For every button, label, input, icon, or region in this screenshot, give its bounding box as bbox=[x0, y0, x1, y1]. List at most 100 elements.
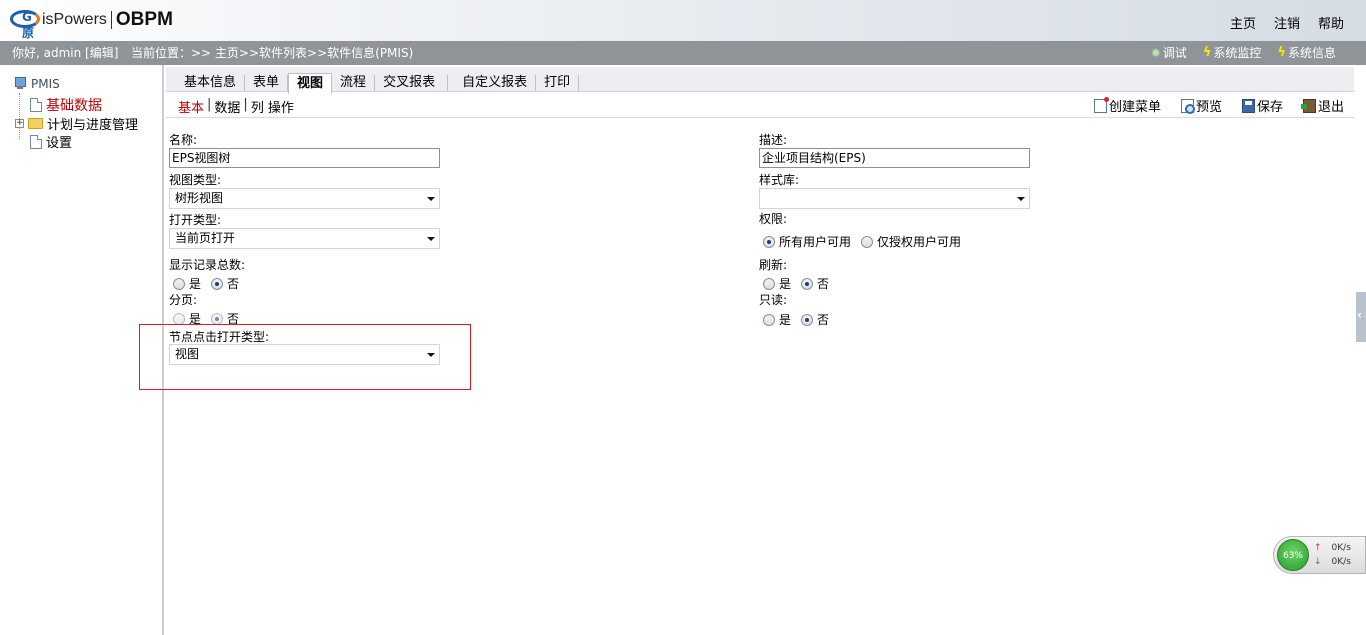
preview-icon bbox=[1180, 98, 1195, 114]
collapse-handle[interactable]: ‹ bbox=[1356, 292, 1366, 342]
refresh-radios: 是 否 bbox=[763, 275, 839, 292]
logo-brand: isPowers bbox=[42, 11, 107, 28]
exit-icon bbox=[1300, 98, 1316, 113]
app-header: G原 isPowers OBPM 主页 注销 帮助 bbox=[0, 0, 1366, 41]
tree-root-pmis[interactable]: PMIS bbox=[13, 77, 60, 91]
radio-selected-icon[interactable] bbox=[211, 312, 224, 325]
download-arrow-icon: ↓ bbox=[1314, 557, 1322, 567]
download-speed: 0K/s bbox=[1331, 557, 1351, 567]
nav-help-link[interactable]: 帮助 bbox=[1318, 13, 1344, 32]
breadcrumb: 当前位置：>> 主页>>软件列表>>软件信息(PMIS) bbox=[131, 46, 414, 60]
readonly-no[interactable]: 否 bbox=[801, 311, 829, 328]
cpu-percent-badge: 63% bbox=[1277, 539, 1309, 571]
subtab-actions[interactable]: 操作 bbox=[268, 97, 294, 116]
radio-selected-icon[interactable] bbox=[801, 313, 814, 326]
sub-toolbar: 基本 | 数据 | 列 操作 创建菜单 预览 保存 退出 bbox=[166, 92, 1354, 118]
view-type-select[interactable]: 树形视图 bbox=[169, 188, 440, 209]
tab-flow[interactable]: 流程 bbox=[332, 74, 376, 91]
readonly-radios: 是 否 bbox=[763, 311, 839, 328]
show-count-yes[interactable]: 是 bbox=[173, 275, 201, 292]
show-count-radios: 是 否 bbox=[173, 275, 249, 292]
nav-home-link[interactable]: 主页 bbox=[1230, 13, 1256, 32]
view-type-label: 视图类型: bbox=[169, 173, 222, 187]
chevron-down-icon bbox=[427, 197, 435, 201]
radio-icon[interactable] bbox=[861, 235, 874, 248]
node-open-select[interactable]: 视图 bbox=[169, 344, 440, 365]
lightning-icon: ϟ bbox=[1202, 45, 1212, 60]
upload-speed: 0K/s bbox=[1331, 543, 1351, 553]
tab-print[interactable]: 打印 bbox=[536, 74, 580, 91]
system-monitor-button[interactable]: ϟ 系统监控 bbox=[1203, 41, 1262, 65]
tab-basic-info[interactable]: 基本信息 bbox=[176, 74, 246, 91]
style-lib-select[interactable] bbox=[759, 188, 1030, 209]
permission-label: 权限: bbox=[759, 212, 788, 226]
refresh-no[interactable]: 否 bbox=[801, 275, 829, 292]
style-lib-label: 样式库: bbox=[759, 173, 800, 187]
preview-button[interactable]: 预览 bbox=[1180, 96, 1222, 115]
radio-icon[interactable] bbox=[763, 313, 775, 326]
radio-icon[interactable] bbox=[173, 312, 185, 325]
save-button[interactable]: 保存 bbox=[1241, 96, 1283, 115]
show-count-label: 显示记录总数: bbox=[169, 258, 246, 272]
radio-selected-icon[interactable] bbox=[763, 235, 775, 248]
subtab-data[interactable]: 数据 bbox=[214, 97, 240, 116]
subtab-columns[interactable]: 列 bbox=[251, 97, 264, 116]
chevron-down-icon bbox=[427, 237, 435, 241]
show-count-no[interactable]: 否 bbox=[211, 275, 239, 292]
info-bar: 你好, admin [编辑] 当前位置：>> 主页>>软件列表>>软件信息(PM… bbox=[0, 41, 1366, 65]
user-greeting[interactable]: 你好, admin [编辑] bbox=[12, 41, 118, 65]
lightning-icon: ϟ bbox=[1277, 45, 1286, 60]
action-buttons: 创建菜单 预览 保存 退出 bbox=[1093, 96, 1344, 115]
upload-arrow-icon: ↑ bbox=[1314, 543, 1322, 553]
document-icon bbox=[30, 98, 42, 112]
bug-icon: ✹ bbox=[1150, 46, 1161, 60]
debug-button[interactable]: ✹ 调试 bbox=[1151, 41, 1187, 65]
tab-custom-report[interactable]: 自定义报表 bbox=[448, 74, 537, 91]
chevron-down-icon bbox=[1017, 197, 1025, 201]
logo-mark: G原 bbox=[10, 8, 40, 40]
subtabs: 基本 | 数据 | 列 操作 bbox=[178, 97, 294, 116]
tree-item-basic-data[interactable]: 基础数据 bbox=[30, 95, 102, 115]
expand-plus-icon[interactable]: + bbox=[15, 119, 24, 128]
network-speed-widget[interactable]: 63% ↑ 0K/s ↓ 0K/s bbox=[1273, 536, 1366, 574]
logo-product: OBPM bbox=[115, 9, 173, 30]
radio-selected-icon[interactable] bbox=[211, 277, 224, 290]
perm-authorized-users[interactable]: 仅授权用户可用 bbox=[861, 233, 961, 250]
desc-label: 描述: bbox=[759, 133, 788, 147]
open-type-label: 打开类型: bbox=[169, 213, 222, 227]
chevron-left-icon: ‹ bbox=[1357, 308, 1362, 322]
tab-bar: 基本信息 表单 视图 流程 交叉报表 自定义报表 打印 bbox=[166, 67, 1354, 94]
name-label: 名称: bbox=[169, 133, 198, 147]
nav-logout-link[interactable]: 注销 bbox=[1274, 13, 1300, 32]
radio-selected-icon[interactable] bbox=[801, 277, 814, 290]
readonly-yes[interactable]: 是 bbox=[763, 311, 791, 328]
tree-item-plan-progress[interactable]: + 计划与进度管理 bbox=[15, 114, 138, 133]
tree-item-settings[interactable]: 设置 bbox=[30, 132, 72, 151]
chevron-down-icon bbox=[427, 353, 435, 357]
subtab-basic[interactable]: 基本 bbox=[178, 97, 204, 116]
radio-icon[interactable] bbox=[173, 277, 185, 290]
desc-input[interactable]: 企业项目结构(EPS) bbox=[759, 148, 1030, 168]
refresh-label: 刷新: bbox=[759, 258, 788, 272]
tab-cross-report[interactable]: 交叉报表 bbox=[375, 74, 449, 91]
exit-button[interactable]: 退出 bbox=[1300, 96, 1344, 115]
perm-all-users[interactable]: 所有用户可用 bbox=[763, 233, 851, 250]
refresh-yes[interactable]: 是 bbox=[763, 275, 791, 292]
create-menu-button[interactable]: 创建菜单 bbox=[1093, 96, 1161, 115]
computer-icon bbox=[13, 77, 27, 91]
tab-view[interactable]: 视图 bbox=[288, 73, 333, 94]
radio-icon[interactable] bbox=[763, 277, 775, 290]
readonly-label: 只读: bbox=[759, 293, 788, 307]
open-type-select[interactable]: 当前页打开 bbox=[169, 228, 440, 249]
logo: G原 isPowers OBPM bbox=[10, 6, 173, 40]
new-document-icon bbox=[1093, 96, 1109, 113]
save-icon bbox=[1241, 98, 1255, 113]
system-info-button[interactable]: ϟ 系统信息 bbox=[1277, 41, 1336, 65]
tab-form[interactable]: 表单 bbox=[245, 74, 289, 91]
name-input[interactable]: EPS视图树 bbox=[169, 148, 440, 168]
permission-radios: 所有用户可用 仅授权用户可用 bbox=[763, 233, 971, 250]
folder-icon bbox=[28, 118, 43, 129]
top-nav: 主页 注销 帮助 bbox=[1230, 13, 1344, 32]
document-icon bbox=[30, 134, 42, 149]
system-tools: ✹ 调试 ϟ 系统监控 ϟ 系统信息 bbox=[1151, 41, 1336, 65]
